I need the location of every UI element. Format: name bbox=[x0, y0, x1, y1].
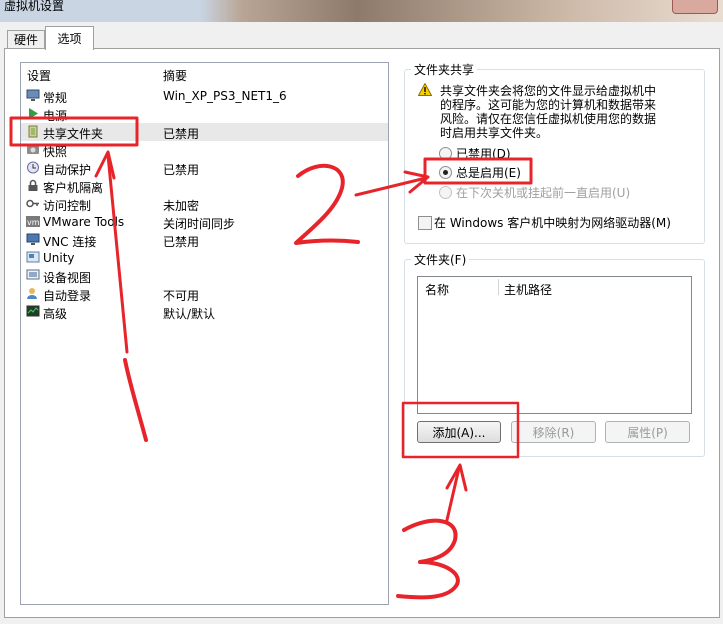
radio-disabled-label[interactable]: 已禁用(D) bbox=[456, 145, 511, 162]
radio-disabled[interactable] bbox=[439, 147, 452, 160]
remove-folder-button: 移除(R) bbox=[511, 421, 596, 443]
list-item-summary: 默认/默认 bbox=[163, 307, 216, 321]
list-item-label: 自动登录 bbox=[43, 289, 92, 303]
list-item-vnc[interactable]: VNC 连接 已禁用 bbox=[21, 231, 388, 249]
settings-list[interactable]: 设置 摘要 常规 Win_XP_PS3_NET1_6 电源 共享文件夹 已禁用 … bbox=[20, 62, 389, 605]
list-item-label: 电源 bbox=[43, 109, 68, 123]
radio-always-enabled[interactable] bbox=[439, 166, 452, 179]
list-item-unity[interactable]: Unity bbox=[21, 249, 388, 267]
list-item-summary: Win_XP_PS3_NET1_6 bbox=[163, 89, 287, 103]
device-view-icon bbox=[26, 269, 40, 280]
warning-text-line: 时启用共享文件夹。 bbox=[440, 126, 549, 140]
list-item-autologin[interactable]: 自动登录 不可用 bbox=[21, 285, 388, 303]
radio-until-poweroff bbox=[439, 186, 452, 199]
list-item-summary: 已禁用 bbox=[163, 163, 200, 177]
folders-legend: 文件夹(F) bbox=[414, 253, 467, 267]
list-item-advanced[interactable]: 高级 默认/默认 bbox=[21, 303, 388, 321]
user-icon bbox=[27, 288, 37, 299]
list-item-general[interactable]: 常规 Win_XP_PS3_NET1_6 bbox=[21, 87, 388, 105]
column-header-setting[interactable]: 设置 bbox=[27, 67, 51, 84]
map-network-drive-checkbox[interactable] bbox=[418, 216, 432, 230]
settings-list-header: 设置 摘要 bbox=[21, 63, 388, 83]
clock-icon bbox=[27, 161, 39, 174]
list-item-summary: 已禁用 bbox=[163, 235, 200, 249]
list-item-label: 客户机隔离 bbox=[43, 181, 104, 195]
vnc-icon bbox=[26, 233, 40, 245]
list-item-summary: 未加密 bbox=[163, 199, 200, 213]
list-item-label: 高级 bbox=[43, 307, 68, 321]
close-button[interactable] bbox=[672, 0, 718, 14]
column-divider bbox=[498, 279, 499, 295]
list-item-label: VMware Tools bbox=[43, 215, 125, 229]
add-folder-button[interactable]: 添加(A)... bbox=[417, 421, 501, 443]
snapshot-icon bbox=[27, 146, 39, 154]
svg-text:vm: vm bbox=[27, 218, 40, 227]
list-item-label: 访问控制 bbox=[43, 199, 92, 213]
list-item-label: 自动保护 bbox=[43, 163, 92, 177]
folder-sharing-legend: 文件夹共享 bbox=[414, 63, 475, 77]
list-item-label: 常规 bbox=[43, 91, 68, 105]
list-item-label: VNC 连接 bbox=[43, 235, 97, 249]
column-header-summary[interactable]: 摘要 bbox=[163, 67, 187, 84]
list-item-device-view[interactable]: 设备视图 bbox=[21, 267, 388, 285]
monitor-icon bbox=[26, 89, 40, 101]
map-network-drive-label[interactable]: 在 Windows 客户机中映射为网络驱动器(M) bbox=[434, 214, 671, 231]
list-item-vmware-tools[interactable]: vm VMware Tools 关闭时间同步 bbox=[21, 213, 388, 231]
key-icon bbox=[26, 199, 39, 208]
title-bar-glow bbox=[200, 0, 723, 22]
list-item-summary: 已禁用 bbox=[163, 127, 200, 141]
radio-always-enabled-label[interactable]: 总是启用(E) bbox=[456, 164, 521, 181]
unity-icon bbox=[26, 251, 40, 263]
window-title: 虚拟机设置 bbox=[4, 0, 65, 13]
list-item-access-control[interactable]: 访问控制 未加密 bbox=[21, 195, 388, 213]
folders-list[interactable]: 名称 主机路径 bbox=[417, 276, 692, 414]
list-item-summary: 不可用 bbox=[163, 289, 200, 303]
tab-hardware[interactable]: 硬件 bbox=[7, 30, 45, 49]
warning-icon bbox=[418, 83, 432, 96]
lock-icon bbox=[28, 179, 38, 191]
radio-until-poweroff-label: 在下次关机或挂起前一直启用(U) bbox=[456, 186, 631, 200]
list-item-label: 共享文件夹 bbox=[43, 127, 104, 141]
list-item-summary: 关闭时间同步 bbox=[163, 217, 236, 231]
properties-button: 属性(P) bbox=[605, 421, 690, 443]
list-item-guest-isolation[interactable]: 客户机隔离 bbox=[21, 177, 388, 195]
list-item-label: 快照 bbox=[43, 145, 68, 159]
column-header-name[interactable]: 名称 bbox=[425, 281, 449, 298]
tab-options[interactable]: 选项 bbox=[45, 26, 94, 50]
power-play-icon bbox=[29, 108, 38, 119]
shared-folder-icon bbox=[28, 125, 38, 138]
title-bar: 虚拟机设置 bbox=[0, 0, 723, 22]
list-item-autoprotect[interactable]: 自动保护 已禁用 bbox=[21, 159, 388, 177]
chart-icon bbox=[26, 305, 40, 317]
list-item-label: 设备视图 bbox=[43, 271, 92, 285]
column-header-host-path[interactable]: 主机路径 bbox=[504, 281, 552, 298]
list-item-power[interactable]: 电源 bbox=[21, 105, 388, 123]
list-item-label: Unity bbox=[43, 251, 75, 265]
list-item-snapshots[interactable]: 快照 bbox=[21, 141, 388, 159]
vm-icon: vm bbox=[26, 216, 40, 227]
list-item-shared-folders[interactable]: 共享文件夹 已禁用 bbox=[21, 123, 388, 141]
